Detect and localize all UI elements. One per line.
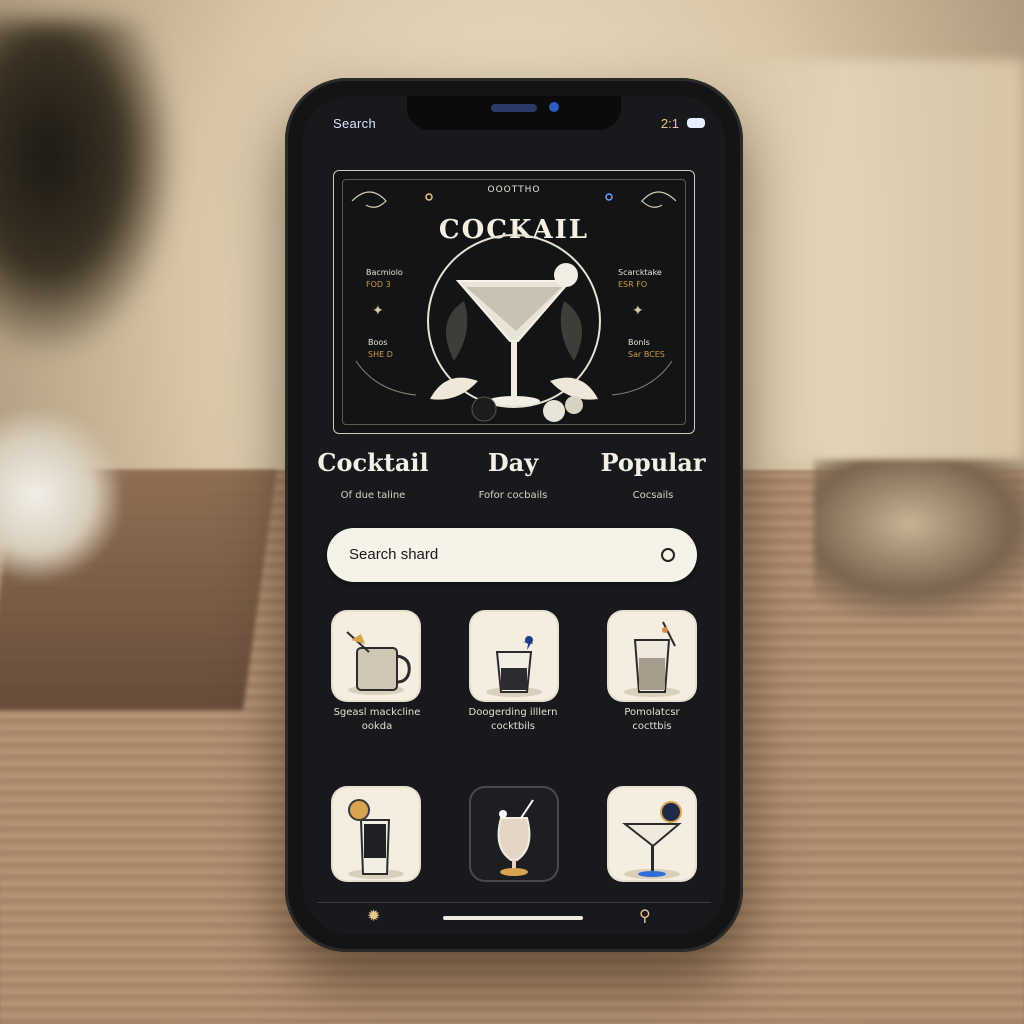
status-time: 2:1 bbox=[660, 116, 679, 131]
cocktail-card-3-title: Pomolatcsr bbox=[624, 707, 680, 718]
cocktail-card-4[interactable] bbox=[333, 788, 419, 880]
background-tray bbox=[814, 460, 1024, 620]
home-indicator[interactable] bbox=[443, 916, 583, 920]
cocktail-card-2-title: Doogerding illlern bbox=[468, 707, 558, 718]
shot-glass-flower-icon bbox=[486, 634, 542, 697]
speaker bbox=[491, 104, 537, 112]
banner-left-item-2-title: Boos bbox=[368, 338, 388, 347]
cocktail-card-2[interactable] bbox=[471, 612, 557, 700]
cocktail-card-5[interactable] bbox=[471, 788, 557, 880]
background-bowl bbox=[0, 400, 120, 590]
cocktail-card-3-caption: Pomolatcsr cocttbis bbox=[592, 706, 712, 734]
battery-icon bbox=[687, 118, 705, 128]
notch bbox=[407, 96, 621, 130]
search-nav-icon[interactable]: ⚲ bbox=[639, 906, 651, 925]
banner-right-item-2: Bonls Sar BCES bbox=[628, 337, 665, 361]
banner-martini-illustration bbox=[351, 191, 677, 422]
banner-right-item-2-sub: Sar BCES bbox=[628, 350, 665, 359]
mug-cocktail-icon bbox=[346, 631, 411, 695]
background-plant bbox=[0, 20, 180, 360]
banner-left-item-1-title: Bacmiolo bbox=[366, 268, 403, 277]
cocktail-card-1-title: Sgeasl mackcline bbox=[333, 707, 421, 718]
background-shelf bbox=[724, 60, 1024, 460]
banner-right-item-2-title: Bonls bbox=[628, 338, 650, 347]
cocktail-card-6[interactable] bbox=[609, 788, 695, 880]
tab-day[interactable]: Day bbox=[453, 448, 573, 477]
sparkle-icon: ✦ bbox=[372, 303, 384, 319]
shot-glass-citrus-icon bbox=[348, 799, 404, 879]
cocktail-card-1-subtitle: ookda bbox=[361, 721, 393, 732]
cocktail-card-1-caption: Sgeasl mackcline ookda bbox=[317, 706, 437, 734]
banner-left-item-1-sub: FOD 3 bbox=[366, 280, 391, 289]
phone-frame: Search 2:1 OOOTTHO COCKAIL Bacmiolo FOD … bbox=[285, 78, 743, 952]
tab-popular[interactable]: Popular bbox=[588, 448, 718, 477]
sun-icon[interactable]: ✹ bbox=[367, 906, 380, 925]
app-screen: Search 2:1 OOOTTHO COCKAIL Bacmiolo FOD … bbox=[303, 96, 725, 934]
cocktail-card-2-caption: Doogerding illlern cocktbils bbox=[453, 706, 573, 734]
cocktail-card-2-subtitle: cocktbils bbox=[491, 721, 535, 732]
banner-left-item-1: Bacmiolo FOD 3 bbox=[366, 267, 403, 291]
cocktail-card-3[interactable] bbox=[609, 612, 695, 700]
banner-right-item-1-sub: ESR FO bbox=[618, 280, 648, 289]
search-icon[interactable] bbox=[661, 548, 675, 562]
cocktail-card-1[interactable] bbox=[333, 612, 419, 700]
tab-popular-subtitle: Cocsails bbox=[632, 490, 674, 501]
cocktail-card-3-subtitle: cocttbis bbox=[632, 721, 672, 732]
bottom-divider bbox=[317, 902, 711, 903]
camera-icon bbox=[549, 102, 559, 112]
highball-glass-icon bbox=[624, 621, 680, 697]
status-search-label[interactable]: Search bbox=[333, 116, 376, 131]
tab-day-subtitle: Fofor cocbails bbox=[478, 490, 548, 501]
search-input-text: Search shard bbox=[349, 546, 439, 563]
featured-banner[interactable]: OOOTTHO COCKAIL Bacmiolo FOD 3 ✦ Boos SH… bbox=[333, 170, 695, 434]
banner-right-item-1: Scarcktake ESR FO bbox=[618, 267, 662, 291]
banner-right-item-1-title: Scarcktake bbox=[618, 268, 662, 277]
tab-cocktail-subtitle: Of due taline bbox=[340, 490, 406, 501]
search-input[interactable]: Search shard bbox=[327, 528, 697, 582]
banner-left-item-2-sub: SHE D bbox=[368, 350, 393, 359]
hurricane-glass-icon bbox=[497, 799, 534, 876]
banner-left-item-2: Boos SHE D bbox=[368, 337, 393, 361]
martini-glass-icon bbox=[622, 801, 682, 879]
tab-cocktail[interactable]: Cocktail bbox=[313, 448, 433, 477]
sparkle-icon: ✦ bbox=[632, 303, 644, 319]
